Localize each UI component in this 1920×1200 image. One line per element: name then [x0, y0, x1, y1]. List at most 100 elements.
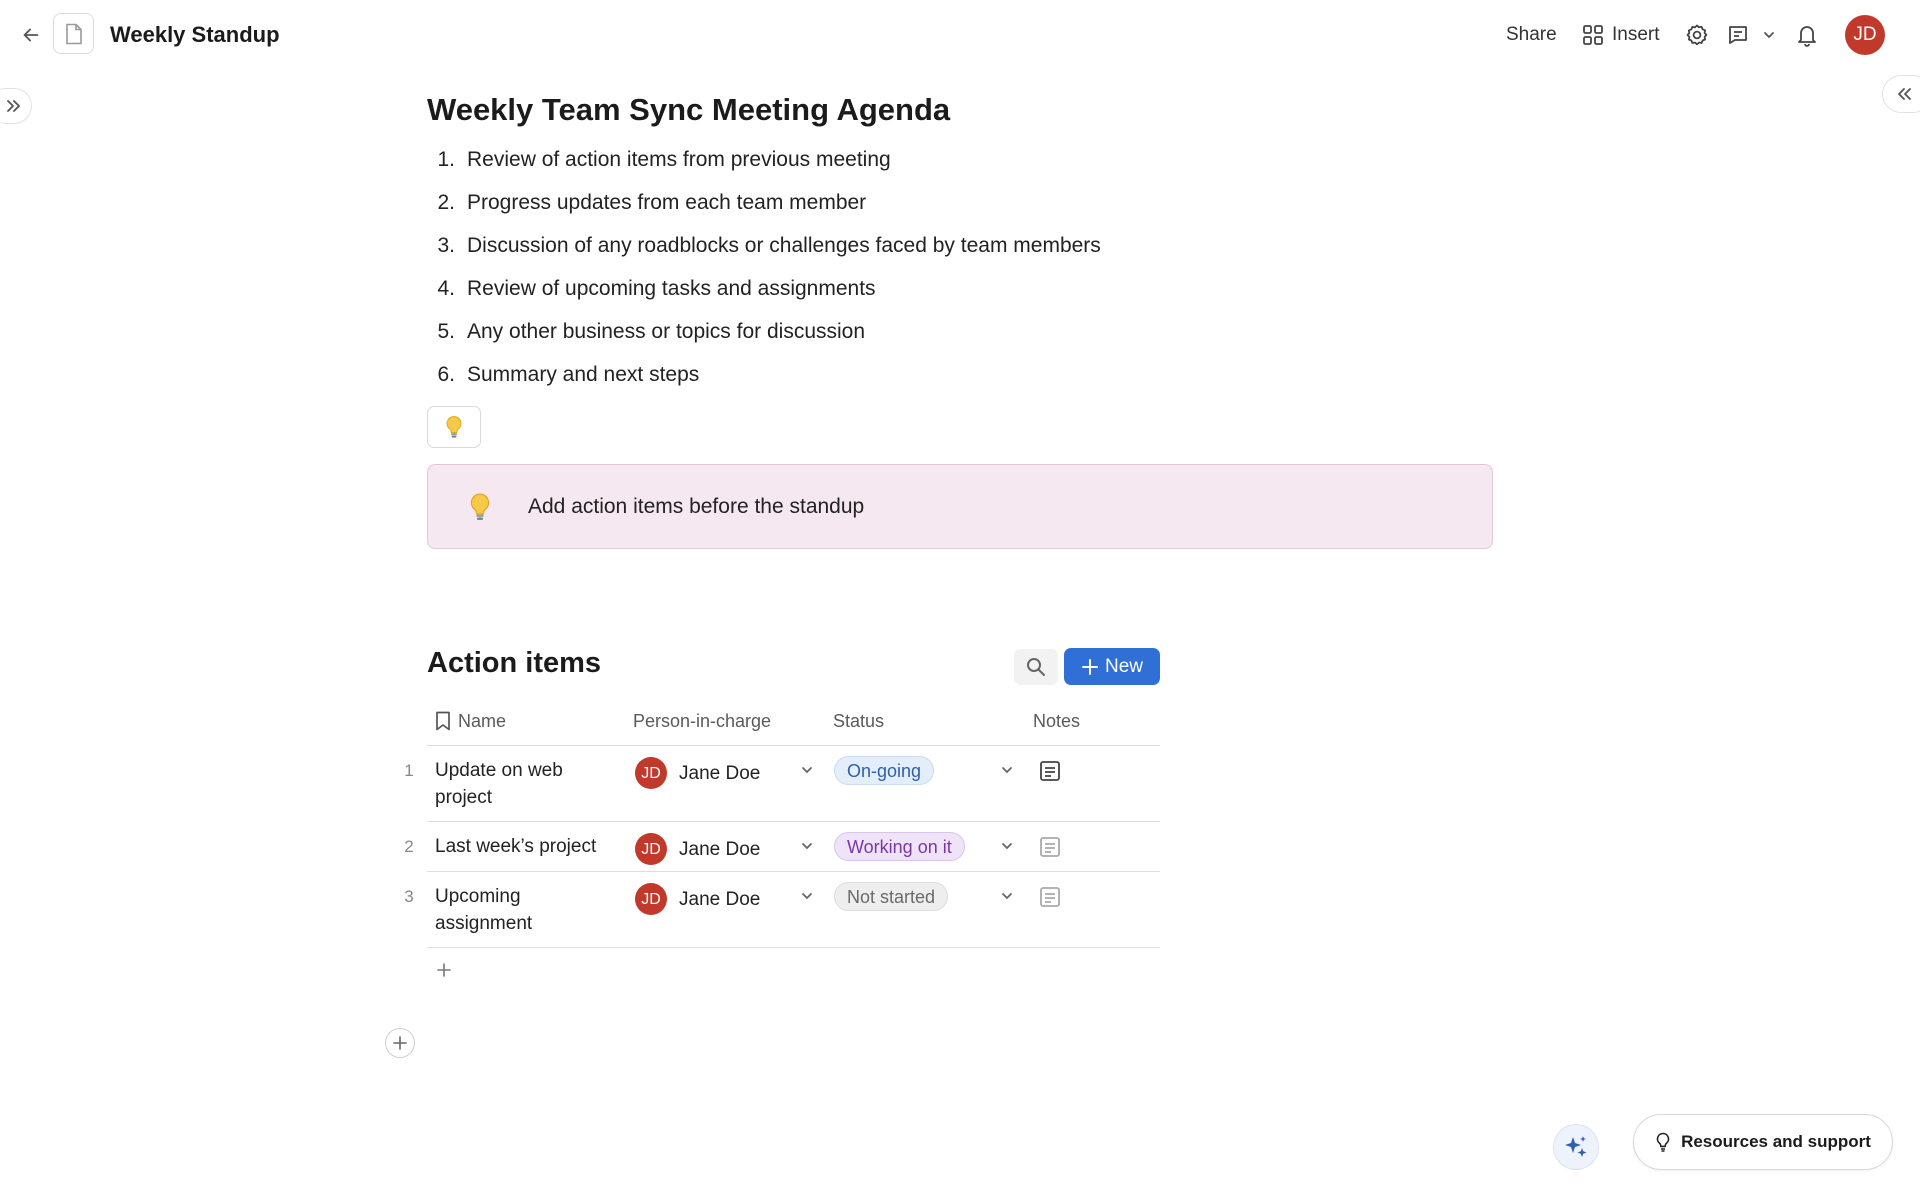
- list-item-text: Any other business or topics for discuss…: [467, 320, 866, 343]
- row-number: 1: [404, 761, 414, 780]
- column-header-status[interactable]: Status: [833, 708, 884, 734]
- ai-assistant-button[interactable]: [1553, 1124, 1599, 1170]
- avatar: JD: [635, 833, 667, 865]
- insert-label: Insert: [1612, 24, 1660, 45]
- doc-icon-button[interactable]: [53, 13, 94, 54]
- document-icon: [65, 23, 82, 44]
- list-item: 1. Review of action items from previous m…: [427, 144, 1101, 187]
- list-item-text: Review of upcoming tasks and assignments: [467, 277, 876, 300]
- comment-icon: [1729, 26, 1747, 44]
- list-item-text: Review of action items from previous mee…: [467, 148, 891, 171]
- table-divider: [427, 821, 1160, 822]
- person-dropdown[interactable]: [797, 836, 817, 856]
- person-cell[interactable]: JD Jane Doe: [635, 757, 760, 789]
- person-dropdown[interactable]: [797, 760, 817, 780]
- column-header-label: Status: [833, 711, 885, 731]
- status-dropdown[interactable]: [997, 836, 1017, 856]
- table-row[interactable]: 1 Update on web project JD Jane Doe On-g…: [400, 756, 1160, 821]
- gear-icon: [1686, 24, 1708, 46]
- add-row-button[interactable]: [434, 960, 454, 980]
- status-badge[interactable]: Working on it: [834, 832, 965, 861]
- note-icon[interactable]: [1038, 885, 1062, 909]
- chevron-down-icon: [1002, 843, 1012, 850]
- table-search-button[interactable]: [1014, 649, 1058, 685]
- resources-support-button[interactable]: Resources and support: [1633, 1114, 1893, 1170]
- plus-icon: [393, 1036, 407, 1050]
- user-avatar[interactable]: JD: [1845, 15, 1885, 55]
- row-number: 2: [404, 837, 414, 856]
- column-header-notes[interactable]: Notes: [1033, 708, 1080, 734]
- person-name: Jane Doe: [679, 838, 761, 860]
- list-item: 2. Progress updates from each team member: [427, 187, 1101, 230]
- row-name-cell[interactable]: Last week’s project: [435, 833, 610, 860]
- person-dropdown[interactable]: [797, 886, 817, 906]
- table-row[interactable]: 2 Last week’s project JD Jane Doe Workin…: [400, 832, 1160, 871]
- status-badge[interactable]: Not started: [834, 882, 949, 911]
- new-row-button[interactable]: New: [1064, 648, 1160, 685]
- new-label: New: [1104, 655, 1143, 677]
- collapse-panel-button[interactable]: [1882, 75, 1920, 113]
- status-dropdown[interactable]: [997, 760, 1017, 780]
- status-dropdown[interactable]: [997, 886, 1017, 906]
- expand-sidebar-button[interactable]: [0, 88, 32, 124]
- person-cell[interactable]: JD Jane Doe: [635, 833, 760, 865]
- emoji-picker-button[interactable]: [427, 406, 481, 448]
- column-header-label: Person-in-charge: [633, 711, 772, 731]
- back-arrow-icon: [23, 28, 39, 42]
- chevron-down-icon: [802, 767, 812, 774]
- list-item: 4. Review of upcoming tasks and assignmen…: [427, 273, 1101, 316]
- person-name: Jane Doe: [679, 888, 761, 910]
- chevron-down-icon: [802, 893, 812, 900]
- avatar: JD: [635, 883, 667, 915]
- column-header-person[interactable]: Person-in-charge: [633, 708, 771, 734]
- back-button[interactable]: [16, 20, 46, 50]
- notifications-button[interactable]: [1793, 21, 1821, 49]
- bell-icon: [1798, 26, 1816, 47]
- status-badge[interactable]: On-going: [834, 756, 935, 785]
- row-number: 3: [404, 887, 414, 906]
- comments-button[interactable]: [1724, 21, 1752, 49]
- bookmark-icon: [436, 711, 450, 731]
- sparkle-icon: [1565, 1136, 1587, 1157]
- share-button[interactable]: Share: [1506, 20, 1557, 50]
- person-cell[interactable]: JD Jane Doe: [635, 883, 760, 915]
- note-icon[interactable]: [1038, 835, 1062, 859]
- top-bar: Weekly Standup Share Insert JD: [0, 0, 1920, 70]
- table-divider: [427, 745, 1160, 746]
- chevron-down-icon: [802, 843, 812, 850]
- list-item-text: Progress updates from each team member: [467, 191, 867, 214]
- insert-grid-icon: [1583, 25, 1603, 45]
- comments-dropdown[interactable]: [1760, 26, 1778, 44]
- search-icon: [1027, 658, 1045, 676]
- column-header-label: Notes: [1033, 711, 1081, 731]
- column-header-label: Name: [458, 711, 507, 731]
- lightbulb-icon: [446, 415, 462, 438]
- table-row[interactable]: 3 Upcoming assignment JD Jane Doe Not st…: [400, 882, 1160, 947]
- agenda-list: 1. Review of action items from previous m…: [427, 144, 1101, 402]
- row-name-cell[interactable]: Upcoming assignment: [435, 883, 610, 937]
- resources-label: Resources and support: [1681, 1132, 1871, 1151]
- column-header-name[interactable]: Name: [434, 708, 506, 734]
- plus-icon: [437, 963, 451, 977]
- callout-block[interactable]: Add action items before the standup: [427, 464, 1493, 549]
- table-divider: [427, 871, 1160, 872]
- lightbulb-icon: [1656, 1132, 1670, 1152]
- avatar: JD: [635, 757, 667, 789]
- list-item: 5. Any other business or topics for discu…: [427, 316, 1101, 359]
- table-divider: [427, 947, 1160, 948]
- expand-sidebar-icon: [7, 100, 20, 112]
- collapse-sidebar-icon: [1898, 88, 1911, 100]
- insert-button[interactable]: Insert: [1582, 20, 1660, 50]
- list-item-text: Summary and next steps: [467, 363, 700, 386]
- add-block-button[interactable]: [385, 1028, 415, 1058]
- chevron-down-icon: [1002, 893, 1012, 900]
- row-name-cell[interactable]: Update on web project: [435, 757, 610, 811]
- callout-text[interactable]: Add action items before the standup: [528, 495, 864, 519]
- doc-title[interactable]: Weekly Standup: [110, 20, 280, 50]
- table-title: Action items: [427, 647, 602, 679]
- callout-icon-wrap[interactable]: [460, 492, 500, 522]
- page-title: Weekly Team Sync Meeting Agenda: [427, 92, 951, 127]
- list-item: 3. Discussion of any roadblocks or challe…: [427, 230, 1100, 273]
- settings-button[interactable]: [1683, 21, 1711, 49]
- note-icon[interactable]: [1038, 759, 1062, 783]
